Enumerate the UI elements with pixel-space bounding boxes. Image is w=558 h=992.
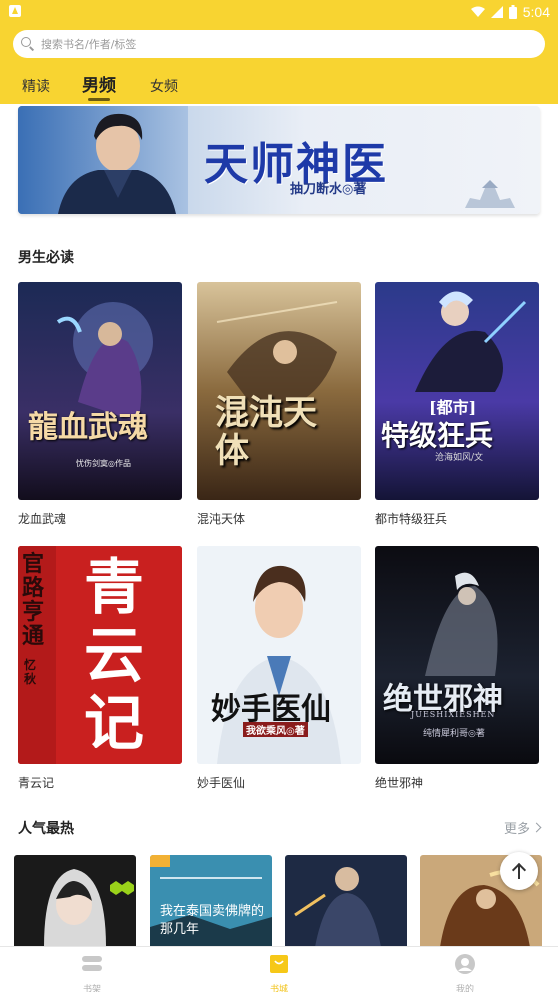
hot-book-cover[interactable]: 我在泰国卖佛牌的那几年: [150, 855, 272, 947]
nav-label: 书架: [82, 985, 101, 992]
chevron-right-icon: [531, 822, 542, 833]
profile-icon: [455, 954, 475, 974]
signal-icon: [490, 6, 503, 18]
tab-jingdu[interactable]: 精读: [22, 76, 50, 96]
book-title: 妙手医仙: [197, 776, 246, 790]
book-cover[interactable]: 官路亨通 忆秋 青云记: [18, 546, 182, 764]
book-card[interactable]: 绝世邪神 JUESHIXIESHEN 纯情犀利哥◎著 绝世邪神: [375, 546, 539, 791]
notification-app-icon: [9, 5, 21, 17]
book-cover[interactable]: [都市] 特级狂兵 沧海如风/文: [375, 282, 539, 500]
tab-indicator: [88, 98, 110, 101]
nav-label: 书城: [269, 985, 288, 992]
cover-title: 我在泰国卖佛牌的那几年: [160, 904, 265, 937]
store-icon: [270, 955, 288, 973]
section-title-hot: 人气最热: [18, 821, 74, 837]
status-icons: 5:04: [470, 3, 550, 21]
battery-icon: [508, 5, 517, 19]
cover-art: [14, 855, 136, 947]
cover-title: 龍血武魂: [28, 410, 148, 445]
cover-title: 特级狂兵: [381, 419, 494, 452]
app-screen: 5:04 搜索书名/作者/标签 精读 男频 女频 天师神医 抽刀断水◎著 男生必…: [0, 0, 558, 992]
book-title: 青云记: [18, 776, 55, 790]
book-card[interactable]: 混沌天体 混沌天体: [197, 282, 361, 527]
cover-art: [375, 282, 539, 500]
book-card[interactable]: 官路亨通 忆秋 青云记 青云记: [18, 546, 182, 791]
book-cover[interactable]: 妙手医仙 我欲乘风◎著: [197, 546, 361, 764]
cover-title: 青云记: [84, 553, 144, 759]
cover-art: [285, 855, 407, 947]
book-title: 都市特级狂兵: [375, 512, 448, 526]
bookshelf-icon: [82, 956, 102, 971]
tab-nvpin[interactable]: 女频: [150, 76, 178, 96]
status-bar: 5:04: [0, 0, 558, 24]
scroll-to-top-button[interactable]: [500, 852, 538, 890]
cover-side-title: 官路亨通: [22, 551, 45, 649]
cover-author: 忧伤剑寞◎作品: [76, 459, 131, 468]
book-card[interactable]: [都市] 特级狂兵 沧海如风/文 都市特级狂兵: [375, 282, 539, 527]
banner-pagoda: [465, 180, 515, 208]
banner-illustration: [18, 106, 188, 214]
book-cover[interactable]: 绝世邪神 JUESHIXIESHEN 纯情犀利哥◎著: [375, 546, 539, 764]
nav-label: 我的: [455, 985, 474, 992]
channel-tabs: 精读 男频 女频: [0, 72, 558, 104]
wifi-icon: [470, 6, 485, 17]
section-title-boys: 男生必读: [18, 250, 74, 266]
cover-author: 忆秋: [24, 658, 37, 686]
search-input[interactable]: 搜索书名/作者/标签: [13, 30, 545, 58]
hot-book-cover[interactable]: [285, 855, 407, 947]
clock: 5:04: [522, 4, 550, 20]
header: 搜索书名/作者/标签 精读 男频 女频: [0, 24, 558, 104]
cover-subtitle: JUESHIXIESHEN: [411, 710, 496, 719]
search-icon: [21, 37, 35, 51]
nav-store[interactable]: 书城: [249, 953, 309, 992]
book-cover[interactable]: 龍血武魂 忧伤剑寞◎作品: [18, 282, 182, 500]
more-label: 更多: [503, 822, 530, 837]
nav-profile[interactable]: 我的: [435, 953, 495, 992]
search-placeholder: 搜索书名/作者/标签: [41, 38, 137, 51]
book-card[interactable]: 妙手医仙 我欲乘风◎著 妙手医仙: [197, 546, 361, 791]
banner-author: 抽刀断水◎著: [290, 182, 367, 197]
bottom-nav: 书架 书城 我的: [0, 946, 558, 992]
more-link[interactable]: 更多: [503, 818, 542, 837]
book-title: 龙血武魂: [18, 512, 67, 526]
book-card[interactable]: 龍血武魂 忧伤剑寞◎作品 龙血武魂: [18, 282, 182, 527]
book-title: 绝世邪神: [375, 776, 424, 790]
cover-author: 我欲乘风◎著: [243, 722, 308, 737]
arrow-up-icon: [512, 863, 526, 879]
cover-title: 混沌天体: [215, 393, 317, 471]
book-cover[interactable]: 混沌天体: [197, 282, 361, 500]
book-title: 混沌天体: [197, 512, 246, 526]
cover-author: 沧海如风/文: [435, 453, 484, 463]
hot-book-cover[interactable]: [14, 855, 136, 947]
promo-banner[interactable]: 天师神医 抽刀断水◎著: [18, 106, 540, 214]
tab-nanpin[interactable]: 男频: [82, 71, 116, 96]
nav-bookshelf[interactable]: 书架: [62, 953, 122, 992]
cover-author: 纯情犀利哥◎著: [423, 729, 485, 739]
